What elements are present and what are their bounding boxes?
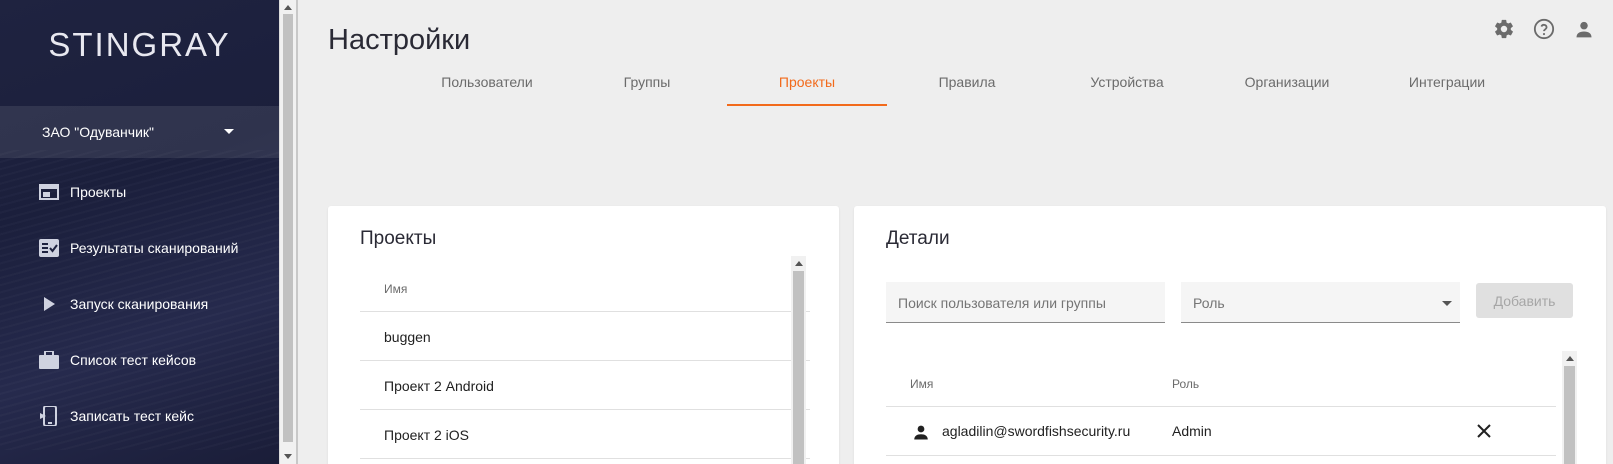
close-icon[interactable] bbox=[1476, 423, 1492, 442]
column-header-name: Имя bbox=[910, 377, 934, 391]
header-actions bbox=[1493, 18, 1595, 40]
app-logo: STINGRAY bbox=[48, 26, 231, 63]
table-row[interactable]: Проект 2 iOS bbox=[360, 410, 810, 459]
user-icon[interactable] bbox=[1573, 18, 1595, 40]
record-test-icon bbox=[38, 405, 60, 427]
tab-projects[interactable]: Проекты bbox=[727, 62, 887, 106]
scroll-up-icon[interactable] bbox=[284, 5, 292, 10]
users-table-header: Имя Роль bbox=[886, 351, 1556, 407]
chevron-down-icon bbox=[224, 129, 234, 134]
users-table: Имя Роль agladilin@swordfishsecurity.ru … bbox=[886, 351, 1556, 456]
sidebar-item-projects[interactable]: Проекты bbox=[0, 172, 279, 212]
scroll-up-icon[interactable] bbox=[795, 261, 803, 266]
sidebar-item-label: Проекты bbox=[70, 184, 127, 200]
page-title: Настройки bbox=[328, 24, 471, 56]
tab-users[interactable]: Пользователи bbox=[407, 62, 567, 106]
details-card-title: Детали bbox=[886, 228, 950, 249]
tab-devices[interactable]: Устройства bbox=[1047, 62, 1207, 106]
sidebar-item-label: Записать тест кейс bbox=[70, 408, 194, 424]
help-icon[interactable] bbox=[1533, 18, 1555, 40]
role-select[interactable]: Роль bbox=[1181, 282, 1460, 323]
table-row[interactable]: Проект 2 Android bbox=[360, 361, 810, 410]
organization-select-label: ЗАО "Одуванчик" bbox=[42, 124, 154, 140]
table-row[interactable]: agladilin@swordfishsecurity.ru Admin bbox=[886, 407, 1556, 456]
column-header-role: Роль bbox=[1172, 377, 1200, 391]
sidebar-item-scan-results[interactable]: Результаты сканирований bbox=[0, 228, 279, 268]
divider bbox=[296, 0, 298, 464]
scrollbar-thumb[interactable] bbox=[283, 14, 293, 442]
settings-tabs: Пользователи Группы Проекты Правила Устр… bbox=[407, 62, 1527, 106]
person-icon bbox=[912, 423, 930, 444]
projects-table: Имя buggen Проект 2 Android Проект 2 iOS bbox=[360, 256, 810, 459]
add-button[interactable]: Добавить bbox=[1476, 283, 1573, 318]
play-icon bbox=[38, 293, 60, 315]
table-row[interactable]: buggen bbox=[360, 312, 810, 361]
chevron-down-icon bbox=[1442, 301, 1452, 306]
organization-select[interactable]: ЗАО "Одуванчик" bbox=[0, 106, 279, 158]
scrollbar-thumb[interactable] bbox=[793, 271, 804, 464]
scroll-down-icon[interactable] bbox=[284, 454, 292, 459]
scroll-up-icon[interactable] bbox=[1566, 356, 1574, 361]
projects-icon bbox=[38, 181, 60, 203]
sidebar-item-test-cases[interactable]: Список тест кейсов bbox=[0, 340, 279, 380]
tab-integrations[interactable]: Интеграции bbox=[1367, 62, 1527, 106]
projects-scrollbar[interactable] bbox=[791, 256, 806, 464]
user-search-input[interactable]: Поиск пользователя или группы bbox=[886, 282, 1165, 323]
scrollbar-thumb[interactable] bbox=[1564, 366, 1575, 464]
role-select-label: Роль bbox=[1193, 295, 1225, 311]
sidebar-item-record-test[interactable]: Записать тест кейс bbox=[0, 396, 279, 436]
scan-results-icon bbox=[38, 237, 60, 259]
sidebar-scrollbar[interactable] bbox=[279, 0, 296, 464]
projects-card: Проекты Имя buggen Проект 2 Android Прое… bbox=[328, 206, 839, 464]
table-header-name: Имя bbox=[360, 256, 810, 312]
tab-rules[interactable]: Правила bbox=[887, 62, 1047, 106]
details-card: Детали Поиск пользователя или группы Рол… bbox=[854, 206, 1606, 464]
sidebar-item-label: Результаты сканирований bbox=[70, 240, 239, 256]
tab-organizations[interactable]: Организации bbox=[1207, 62, 1367, 106]
projects-card-title: Проекты bbox=[360, 228, 437, 249]
sidebar-item-label: Список тест кейсов bbox=[70, 352, 197, 368]
user-role: Admin bbox=[1172, 423, 1212, 439]
gear-icon[interactable] bbox=[1493, 18, 1515, 40]
sidebar-item-start-scan[interactable]: Запуск сканирования bbox=[0, 284, 279, 324]
sidebar: STINGRAY ЗАО "Одуванчик" Проекты Результ… bbox=[0, 0, 279, 464]
sidebar-item-label: Запуск сканирования bbox=[70, 296, 209, 312]
briefcase-icon bbox=[38, 349, 60, 371]
tab-groups[interactable]: Группы bbox=[567, 62, 727, 106]
user-email: agladilin@swordfishsecurity.ru bbox=[942, 423, 1131, 439]
users-scrollbar[interactable] bbox=[1562, 351, 1577, 464]
